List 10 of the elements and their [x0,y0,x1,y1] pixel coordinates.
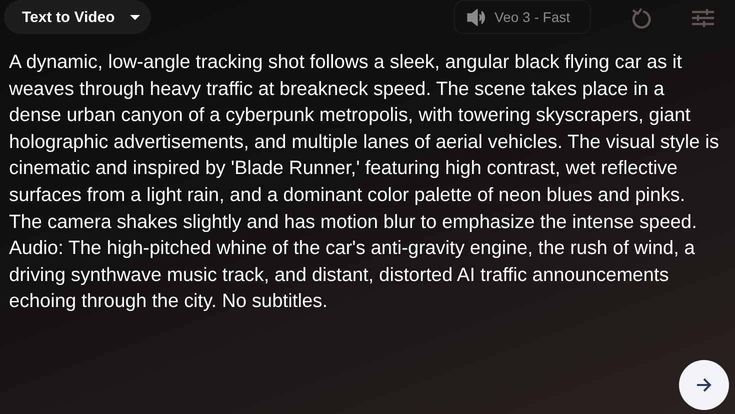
prompt-field[interactable]: A dynamic, low-angle tracking shot follows a sleek, angular black flying car as it weaves through heavy traffic at breakneck speed. The scene takes place in a dense urban canyon of a cyberpunk metropolis, with towering skyscrapers, giant holographic advertisements, and multiple lanes of aerial vehicles. The visual style is cinematic and inspired by 'Blade Runner,' featuring high contrast, wet reflective surfaces from a light rain, and a dominant color palette of neon blues and pinks. The camera shakes slightly and has motion blur to emphasize the intense speed. Audio: The high-pitched whine of the car's anti-gravity engine, the rush of wind, a driving synthwave music track, and distant, distorted AI traffic announcements echoing through the city. No subtitles. [9,50,721,316]
send-button[interactable] [679,360,729,410]
mode-dropdown[interactable]: Text to Video [4,0,151,34]
model-selector[interactable]: Veo 3 - Fast [454,0,591,34]
settings-icon [692,8,714,28]
caret-icon [128,14,141,20]
arrow-icon [696,377,712,393]
settings-button[interactable] [691,6,715,30]
refresh-icon [631,7,651,29]
speaker-icon [466,8,485,26]
